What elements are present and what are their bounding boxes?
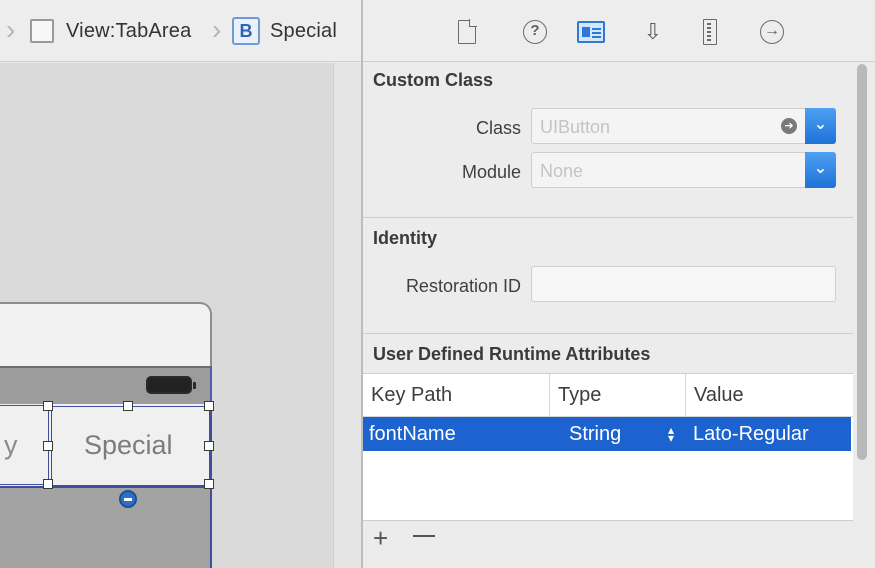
module-field-text: None <box>540 161 584 181</box>
resize-handle[interactable] <box>43 441 53 451</box>
type-cell[interactable]: String <box>569 423 621 446</box>
jump-bar: › View:TabArea › B Special <box>0 0 362 62</box>
constraint-pin-icon[interactable] <box>119 490 137 508</box>
column-header-type[interactable]: Type <box>550 374 686 417</box>
identity-title: Identity <box>373 228 438 248</box>
selected-button-frame[interactable] <box>48 406 210 486</box>
restoration-id-label: Restoration ID <box>405 276 521 296</box>
table-row[interactable]: fontName String ▴ ▾ Lato-Regular <box>363 417 851 451</box>
identity-inspector: ? ⇩ → Custom Class Class UIButton ➔ ⌄ Mo… <box>363 0 875 568</box>
battery-icon <box>146 376 196 394</box>
inspector-scrollbar[interactable] <box>857 64 867 464</box>
module-dropdown-chevron-icon[interactable]: ⌄ <box>805 152 836 188</box>
type-stepper-icon[interactable]: ▴ ▾ <box>668 424 674 444</box>
column-header-key-path[interactable]: Key Path <box>363 374 550 417</box>
attributes-icon[interactable]: ⇩ <box>641 20 665 44</box>
view-controller-top-bar[interactable] <box>0 302 212 368</box>
resize-handle[interactable] <box>123 401 133 411</box>
view-icon <box>30 19 54 43</box>
breadcrumb-chevron-icon: › <box>212 14 222 45</box>
breadcrumb-special-button[interactable]: Special <box>270 20 337 43</box>
scrollbar-thumb[interactable] <box>857 64 867 460</box>
button-icon: B <box>232 17 260 45</box>
resize-handle[interactable] <box>204 479 214 489</box>
runtime-attributes-title: User Defined Runtime Attributes <box>373 344 651 364</box>
help-icon[interactable]: ? <box>523 20 547 44</box>
table-footer: + <box>363 520 853 558</box>
resize-handle[interactable] <box>43 401 53 411</box>
module-label: Module <box>461 162 521 182</box>
class-dropdown-chevron-icon[interactable]: ⌄ <box>805 108 836 144</box>
goto-class-icon[interactable]: ➔ <box>781 118 797 134</box>
key-path-cell[interactable]: fontName <box>369 423 456 446</box>
class-combo-box[interactable]: UIButton ➔ ⌄ <box>531 108 836 144</box>
restoration-id-field[interactable] <box>531 266 836 302</box>
canvas-gutter <box>333 63 362 568</box>
custom-class-title: Custom Class <box>373 70 494 90</box>
add-attribute-button[interactable]: + <box>373 523 388 554</box>
class-label: Class <box>475 118 521 138</box>
section-divider <box>363 333 853 334</box>
value-cell[interactable]: Lato-Regular <box>693 423 809 446</box>
file-icon[interactable] <box>458 19 477 44</box>
remove-attribute-button[interactable] <box>413 535 435 537</box>
breadcrumb-view-tabarea[interactable]: View:TabArea <box>66 20 191 43</box>
column-header-value[interactable]: Value <box>686 374 853 417</box>
breadcrumb-chevron-icon: › <box>6 14 16 45</box>
section-divider <box>363 217 853 218</box>
content-area <box>0 486 212 568</box>
size-icon[interactable] <box>703 19 717 45</box>
resize-handle[interactable] <box>43 479 53 489</box>
resize-handle[interactable] <box>204 401 214 411</box>
class-field-text: UIButton <box>540 117 611 137</box>
module-combo-box[interactable]: None ⌄ <box>531 152 836 188</box>
connections-icon[interactable]: → <box>760 20 784 44</box>
inspector-toolbar: ? ⇩ → <box>363 0 875 62</box>
identity-inspector-icon[interactable] <box>577 21 605 43</box>
resize-handle[interactable] <box>204 441 214 451</box>
